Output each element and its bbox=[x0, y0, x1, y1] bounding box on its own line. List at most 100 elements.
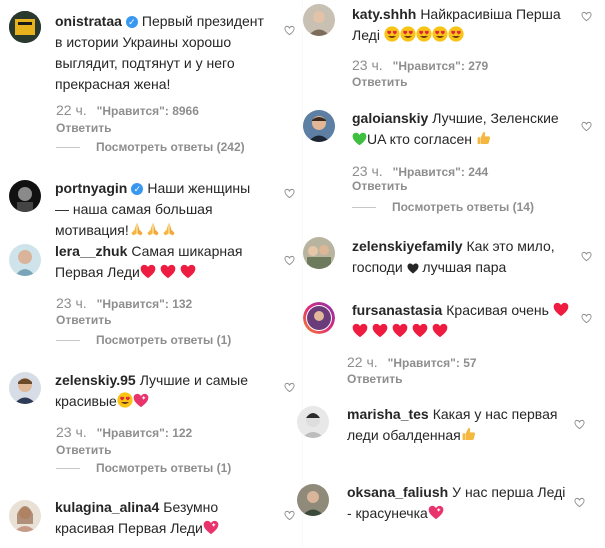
comment-text: красивая Первая Леди bbox=[55, 520, 203, 536]
like-heart-icon[interactable] bbox=[284, 255, 295, 266]
comment-meta: 23 ч. "Нравится": 244 bbox=[352, 163, 488, 180]
comment-item: fursanastasia Красивая очень 22 ч. "Нравит… bbox=[303, 296, 605, 386]
comment-text: Наши женщины bbox=[147, 180, 251, 196]
username[interactable]: kulagina_alina4 bbox=[55, 499, 159, 515]
likes-count-button[interactable]: "Нравится": 57 bbox=[388, 356, 477, 370]
comments-column-left: onistrataa ✓ Первый президент в истории Ук… bbox=[0, 0, 302, 548]
comment-item: marisha_tes Какая у нас первая леди обалд… bbox=[297, 400, 605, 458]
likes-count-button[interactable]: "Нравится": 8966 bbox=[97, 104, 199, 118]
comment-text: леди обалденная bbox=[347, 427, 461, 443]
thumbs-up-emoji-icon bbox=[476, 130, 492, 146]
avatar[interactable] bbox=[303, 237, 335, 269]
comment-time[interactable]: 23 ч. bbox=[56, 295, 87, 311]
comment-text: Какая у нас первая bbox=[432, 406, 558, 422]
divider-line bbox=[56, 468, 80, 470]
comment-text: Безумно bbox=[163, 499, 219, 515]
likes-count-button[interactable]: "Нравится": 132 bbox=[97, 297, 193, 311]
comment-time[interactable]: 23 ч. bbox=[352, 163, 383, 179]
like-heart-icon[interactable] bbox=[581, 313, 592, 324]
comment-item: zelenskiyefamily Как это мило, господи лу… bbox=[303, 232, 605, 290]
username[interactable]: katy.shhh bbox=[352, 6, 416, 22]
comment-text: Самая шикарная bbox=[131, 243, 243, 259]
comment-time[interactable]: 22 ч. bbox=[347, 354, 378, 370]
like-heart-icon[interactable] bbox=[581, 251, 592, 262]
reply-button[interactable]: Ответить bbox=[352, 179, 407, 193]
reply-button[interactable]: Ответить bbox=[56, 313, 111, 327]
username[interactable]: marisha_tes bbox=[347, 406, 429, 422]
avatar[interactable] bbox=[9, 372, 41, 404]
avatar[interactable] bbox=[303, 302, 335, 334]
comment-item: portnyagin ✓ Наши женщины — наша самая бол… bbox=[0, 170, 302, 238]
heart-eyes-emoji-icon bbox=[432, 26, 448, 42]
like-heart-icon[interactable] bbox=[284, 510, 295, 521]
view-replies-button[interactable]: Посмотреть ответы (242) bbox=[56, 140, 245, 154]
sparkling-heart-emoji-icon bbox=[203, 520, 219, 535]
likes-count-button[interactable]: "Нравится": 279 bbox=[393, 59, 489, 73]
heart-eyes-emoji-icon bbox=[384, 26, 400, 42]
username[interactable]: oksana_faliush bbox=[347, 484, 448, 500]
heart-eyes-emoji-icon bbox=[416, 26, 432, 42]
like-heart-icon[interactable] bbox=[574, 419, 585, 430]
comment-time[interactable]: 23 ч. bbox=[56, 424, 87, 440]
heart-eyes-emoji-icon bbox=[400, 26, 416, 42]
comment-meta: 23 ч. "Нравится": 279 bbox=[352, 57, 488, 74]
view-replies-button[interactable]: Посмотреть ответы (14) bbox=[352, 200, 534, 214]
comment-item: oksana_faliush У нас перша Леді - красуне… bbox=[297, 478, 605, 538]
comment-text: в истории Украины хорошо bbox=[55, 34, 232, 50]
comment-text: господи bbox=[352, 259, 403, 275]
like-heart-icon[interactable] bbox=[574, 497, 585, 508]
comment-item: onistrataa ✓ Первый президент в истории Ук… bbox=[0, 0, 302, 160]
red-heart-emoji-icon bbox=[180, 264, 196, 279]
avatar[interactable] bbox=[297, 484, 329, 516]
comment-text: Лучшие и самые bbox=[139, 372, 249, 388]
pray-emoji-icon bbox=[145, 221, 161, 237]
divider-line bbox=[56, 147, 80, 149]
like-heart-icon[interactable] bbox=[581, 121, 592, 132]
avatar[interactable] bbox=[9, 500, 41, 532]
avatar[interactable] bbox=[9, 244, 41, 276]
avatar[interactable] bbox=[9, 11, 41, 43]
username[interactable]: fursanastasia bbox=[352, 302, 442, 318]
like-heart-icon[interactable] bbox=[284, 25, 295, 36]
avatar[interactable] bbox=[9, 180, 41, 212]
red-heart-emoji-icon bbox=[160, 264, 176, 279]
avatar[interactable] bbox=[297, 406, 329, 438]
comment-time[interactable]: 22 ч. bbox=[56, 102, 87, 118]
comment-item: zelenskiy.95 Лучшие и самые красивые 23 ч… bbox=[0, 366, 302, 476]
reply-button[interactable]: Ответить bbox=[56, 443, 111, 457]
reply-button[interactable]: Ответить bbox=[56, 121, 111, 135]
username[interactable]: zelenskiy.95 bbox=[55, 372, 136, 388]
like-heart-icon[interactable] bbox=[284, 188, 295, 199]
red-heart-emoji-icon bbox=[372, 323, 388, 338]
divider-line bbox=[352, 207, 376, 209]
username[interactable]: lera__zhuk bbox=[55, 243, 127, 259]
username[interactable]: onistrataa bbox=[55, 13, 122, 29]
avatar[interactable] bbox=[303, 4, 335, 36]
likes-count-button[interactable]: "Нравится": 244 bbox=[393, 165, 489, 179]
comment-time[interactable]: 23 ч. bbox=[352, 57, 383, 73]
view-replies-button[interactable]: Посмотреть ответы (1) bbox=[56, 333, 231, 347]
red-heart-emoji-icon bbox=[140, 264, 156, 279]
black-heart-emoji-icon bbox=[407, 263, 419, 274]
comment-text: красивые bbox=[55, 393, 117, 409]
likes-count-button[interactable]: "Нравится": 122 bbox=[97, 426, 193, 440]
heart-eyes-emoji-icon bbox=[117, 392, 133, 408]
comment-text: Как это мило, bbox=[466, 238, 555, 254]
comment-item: galoianskiy Лучшие, Зеленские UA кто согл… bbox=[303, 104, 605, 214]
pray-emoji-icon bbox=[129, 221, 145, 237]
reply-button[interactable]: Ответить bbox=[347, 372, 402, 386]
username[interactable]: portnyagin bbox=[55, 180, 127, 196]
comment-text: UA кто согласен bbox=[367, 131, 472, 147]
red-heart-emoji-icon bbox=[352, 323, 368, 338]
reply-button[interactable]: Ответить bbox=[352, 75, 407, 89]
username[interactable]: zelenskiyefamily bbox=[352, 238, 463, 254]
view-replies-button[interactable]: Посмотреть ответы (1) bbox=[56, 461, 231, 475]
verified-badge-icon: ✓ bbox=[131, 183, 144, 195]
divider-line bbox=[56, 340, 80, 342]
username[interactable]: galoianskiy bbox=[352, 110, 428, 126]
sparkling-heart-emoji-icon bbox=[428, 505, 444, 520]
avatar[interactable] bbox=[303, 110, 335, 142]
comment-text: Лучшие, Зеленские bbox=[432, 110, 559, 126]
like-heart-icon[interactable] bbox=[581, 11, 592, 22]
like-heart-icon[interactable] bbox=[284, 382, 295, 393]
